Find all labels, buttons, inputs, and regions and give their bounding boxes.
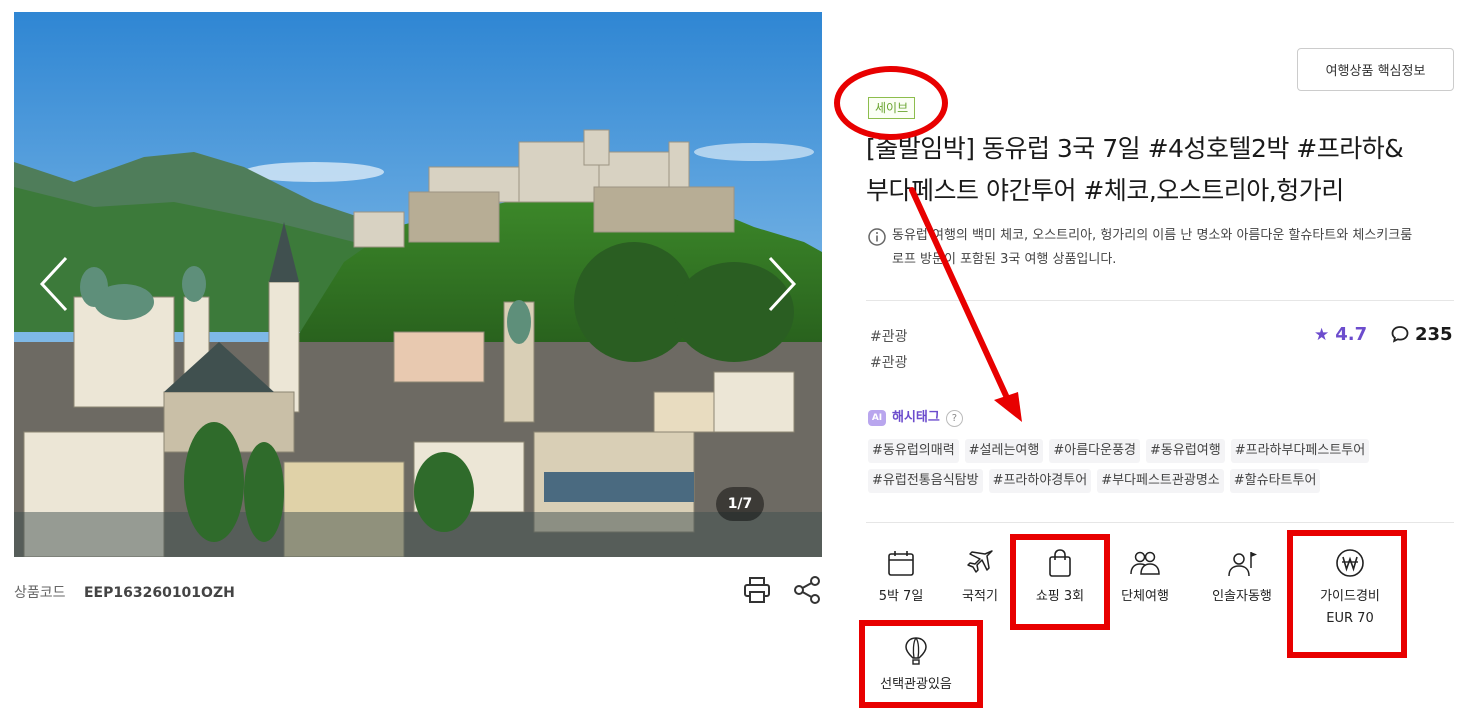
feature-airline-label: 국적기	[962, 589, 998, 604]
share-icon[interactable]	[792, 575, 822, 605]
hashtag[interactable]: #부다페스트관광명소	[1097, 469, 1224, 493]
ai-hashtag-header: AI 해시태그?	[868, 406, 963, 427]
product-description: 동유럽 여행의 백미 체코, 오스트리아, 헝가리의 이름 난 명소와 아름다운…	[868, 224, 1458, 272]
hashtag[interactable]: #설레는여행	[964, 439, 1044, 463]
hashtag-title: 해시태그	[892, 410, 940, 425]
star-icon: ★	[1314, 325, 1330, 345]
key-info-button[interactable]: 여행상품 핵심정보	[1297, 48, 1454, 91]
info-icon	[868, 228, 886, 246]
product-code: 상품코드 EEP163260101OZH	[14, 582, 235, 602]
hashtag[interactable]: #유럽전통음식탐방	[868, 469, 983, 493]
category-tag: #관광	[870, 355, 908, 371]
salzburg-photo	[14, 12, 822, 557]
product-code-value: EEP163260101OZH	[83, 585, 235, 601]
review-count-value: 235	[1415, 324, 1453, 345]
description-line2: 로프 방문이 포함된 3국 여행 상품입니다.	[892, 252, 1117, 267]
feature-duration-label: 5박 7일	[878, 589, 924, 604]
annotation-box-shopping	[1010, 534, 1110, 630]
product-title-line2: 부다페스트 야간투어 #체코,오스트리아,헝가리	[866, 176, 1344, 205]
rating: ★ 4.7	[1314, 324, 1367, 345]
chevron-left-icon[interactable]	[34, 252, 78, 316]
hashtag[interactable]: #프라하부다페스트투어	[1230, 439, 1370, 463]
speech-bubble-icon	[1391, 326, 1409, 343]
hashtag[interactable]: #동유럽여행	[1146, 439, 1225, 463]
help-icon[interactable]: ?	[945, 410, 963, 427]
feature-guide-label: 인솔자동행	[1212, 589, 1272, 604]
hashtag-row: #동유럽의매력 #설레는여행 #아름다운풍경 #동유럽여행 #프라하부다페스트투…	[868, 439, 1370, 463]
annotation-box-guide-fee	[1287, 530, 1407, 658]
feature-duration: 5박 7일	[865, 548, 937, 608]
hashtag-row: #유럽전통음식탐방 #프라하야경투어 #부다페스트관광명소 #할슈타트투어	[868, 469, 1321, 493]
feature-group: 단체여행	[1109, 548, 1181, 608]
rating-value: 4.7	[1335, 324, 1368, 345]
printer-icon[interactable]	[742, 575, 772, 605]
hashtag[interactable]: #프라하야경투어	[988, 469, 1092, 493]
hashtag[interactable]: #할슈타트투어	[1229, 469, 1321, 493]
product-title-line1: [출발임박] 동유럽 3국 7일 #4성호텔2박 #프라하&	[866, 134, 1404, 163]
group-icon	[1130, 551, 1160, 575]
image-counter: 1/7	[716, 487, 764, 521]
product-image-gallery[interactable]: 1/7	[14, 12, 822, 557]
hashtag[interactable]: #아름다운풍경	[1049, 439, 1141, 463]
divider	[866, 522, 1454, 523]
feature-guide: 인솔자동행	[1198, 548, 1286, 608]
ai-badge: AI	[868, 410, 886, 426]
hashtag[interactable]: #동유럽의매력	[868, 439, 959, 463]
feature-group-label: 단체여행	[1121, 589, 1169, 604]
review-count[interactable]: 235	[1391, 324, 1453, 345]
product-code-label: 상품코드	[14, 585, 66, 601]
chevron-right-icon[interactable]	[758, 252, 802, 316]
tour-guide-icon	[1228, 552, 1257, 577]
product-title: [출발임박] 동유럽 3국 7일 #4성호텔2박 #프라하& 부다페스트 야간투…	[866, 128, 1466, 212]
description-line1: 동유럽 여행의 백미 체코, 오스트리아, 헝가리의 이름 난 명소와 아름다운…	[892, 228, 1413, 243]
annotation-ellipse	[834, 66, 948, 140]
airplane-icon	[967, 550, 993, 573]
divider	[866, 300, 1454, 301]
annotation-box-optional-tour	[859, 620, 983, 708]
calendar-icon	[888, 551, 914, 576]
category-tag: #관광	[870, 329, 908, 345]
feature-airline: 국적기	[944, 548, 1016, 608]
